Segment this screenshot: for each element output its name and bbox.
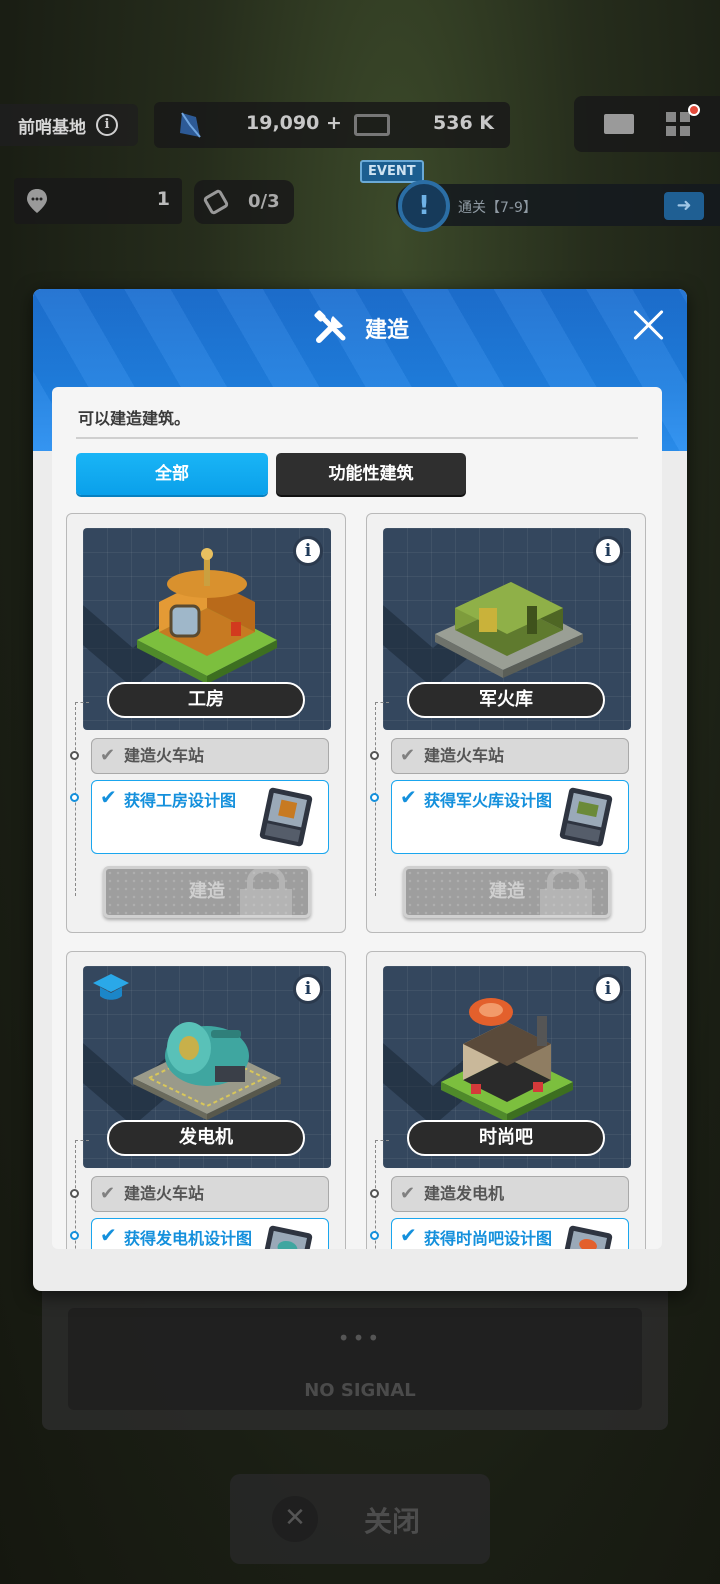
requirement-node — [370, 1231, 379, 1240]
build-button[interactable]: 建造 — [103, 866, 311, 918]
base-name: 前哨基地 — [18, 117, 86, 138]
top-right-menu — [574, 96, 720, 152]
building-name: 时尚吧 — [407, 1120, 605, 1156]
blueprint-tablet-icon — [559, 1225, 613, 1249]
info-icon[interactable]: i — [293, 536, 323, 566]
building-image[interactable]: i 发电机 — [83, 966, 331, 1168]
fashion-bar-building-icon — [441, 998, 573, 1122]
ticket-icon — [202, 188, 230, 216]
generator-building-icon — [133, 1022, 281, 1120]
info-icon[interactable]: i — [593, 974, 623, 1004]
building-name: 工房 — [107, 682, 305, 718]
modal-title: 建造 — [33, 309, 687, 347]
requirement-build: 建造火车站 — [91, 1176, 329, 1212]
blueprint-tablet-icon — [259, 787, 313, 847]
info-icon[interactable]: i — [293, 974, 323, 1004]
requirement-blueprint: 获得发电机设计图 — [91, 1218, 329, 1249]
requirement-node — [370, 1189, 379, 1198]
building-name: 发电机 — [107, 1120, 305, 1156]
info-icon[interactable]: i — [96, 114, 118, 136]
requirement-build: 建造火车站 — [91, 738, 329, 774]
location-count: 1 — [156, 188, 170, 210]
requirement-node — [370, 751, 379, 760]
info-icon[interactable]: i — [593, 536, 623, 566]
requirement-blueprint-text: 获得军火库设计图 — [424, 791, 553, 810]
building-card: i 时尚吧 建造发电机 获得时尚吧设计图 建造 — [366, 951, 646, 1249]
building-image[interactable]: i 时尚吧 — [383, 966, 631, 1168]
build-button-label: 建造 — [189, 881, 225, 902]
resource-bar: 19,090 + 536 K — [154, 102, 510, 148]
base-name-bar[interactable]: 前哨基地 i — [0, 104, 138, 146]
requirement-node — [370, 793, 379, 802]
modal-content: 可以建造建筑。 全部 功能性建筑 i 工房 ✔ 建造火车站 ✔ 获得工房设计图 … — [52, 387, 662, 1249]
requirement-node — [70, 1231, 79, 1240]
requirement-blueprint: 获得军火库设计图 — [391, 780, 629, 854]
lock-icon — [240, 869, 292, 917]
menu-grid-icon[interactable] — [666, 112, 690, 136]
requirement-node — [70, 1189, 79, 1198]
background-close-button[interactable]: ✕ 关闭 — [230, 1474, 490, 1564]
building-image[interactable]: i 工房 — [83, 528, 331, 730]
crystal-count: 19,090 + — [246, 112, 342, 134]
requirement-blueprint: 获得工房设计图 — [91, 780, 329, 854]
tools-icon — [314, 310, 346, 343]
ticket-bar[interactable]: 0/3 — [194, 180, 294, 224]
blueprint-tablet-icon — [259, 1225, 313, 1249]
map-pin-icon — [27, 189, 47, 213]
background-close-label: 关闭 — [364, 1505, 421, 1538]
cash-amount: 536 K — [433, 112, 494, 134]
requirement-build: 建造发电机 — [391, 1176, 629, 1212]
cash-icon — [354, 114, 390, 136]
requirement-blueprint-text: 获得时尚吧设计图 — [424, 1229, 553, 1248]
building-name: 军火库 — [407, 682, 605, 718]
requirement-blueprint-text: 获得发电机设计图 — [124, 1229, 253, 1248]
ticket-count: 0/3 — [248, 191, 280, 212]
location-bar[interactable]: 1 — [14, 178, 182, 224]
building-card: i 发电机 建造火车站 获得发电机设计图 建造 — [66, 951, 346, 1249]
build-button-label: 建造 — [489, 881, 525, 902]
modal-description: 可以建造建筑。 — [78, 409, 191, 428]
workshop-building-icon — [137, 548, 277, 684]
requirement-blueprint-text: 获得工房设计图 — [124, 791, 237, 810]
build-modal: 建造 可以建造建筑。 全部 功能性建筑 i 工房 ✔ 建造火车站 ✔ 获得工房设… — [33, 289, 687, 1291]
requirement-build: 建造火车站 — [391, 738, 629, 774]
requirement-blueprint: 获得时尚吧设计图 — [391, 1218, 629, 1249]
mail-icon[interactable] — [604, 114, 634, 134]
event-alert-icon[interactable]: ! — [398, 180, 450, 232]
requirement-node — [70, 751, 79, 760]
add-crystal-button[interactable]: + — [326, 112, 342, 134]
modal-title-text: 建造 — [364, 318, 409, 343]
event-go-button[interactable]: ➜ — [664, 192, 704, 220]
building-image[interactable]: i 军火库 — [383, 528, 631, 730]
armory-building-icon — [435, 582, 583, 678]
no-signal-text: NO SIGNAL — [304, 1380, 416, 1401]
no-signal-dots: ••• — [337, 1326, 383, 1350]
tab-all[interactable]: 全部 — [76, 453, 268, 495]
event-tag: EVENT — [360, 160, 424, 183]
building-card: i 军火库 建造火车站 获得军火库设计图 建造 — [366, 513, 646, 933]
divider — [76, 437, 638, 439]
lock-icon — [540, 869, 592, 917]
close-circle-icon: ✕ — [272, 1496, 318, 1542]
notification-dot — [688, 104, 700, 116]
close-icon[interactable] — [631, 307, 665, 341]
building-card: i 工房 建造火车站 获得工房设计图 建造 — [66, 513, 346, 933]
tab-functional-buildings[interactable]: 功能性建筑 — [276, 453, 466, 495]
blueprint-tablet-icon — [559, 787, 613, 847]
requirement-node — [70, 793, 79, 802]
event-text: 通关【7-9】 — [458, 200, 537, 216]
build-button[interactable]: 建造 — [403, 866, 611, 918]
crystal-icon — [180, 112, 201, 138]
education-cap-icon — [93, 974, 129, 1000]
